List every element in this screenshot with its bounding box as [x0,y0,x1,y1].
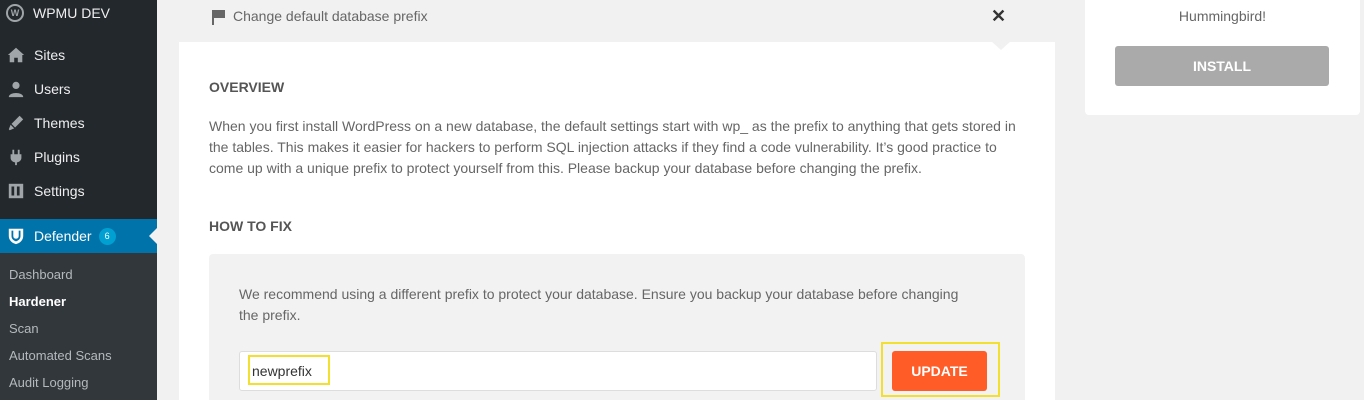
notification-badge: 6 [98,227,116,245]
menu-label: Defender [34,228,92,244]
fix-box: We recommend using a different prefix to… [209,254,1025,400]
sites-icon [6,45,26,65]
plugins-icon [6,147,26,167]
active-indicator [149,228,157,244]
menu-item-themes[interactable]: Themes [0,106,157,140]
overview-heading: OVERVIEW [209,79,285,95]
submenu-audit-logging[interactable]: Audit Logging [9,375,89,390]
close-icon[interactable]: ✕ [991,6,1006,27]
menu-item-sites[interactable]: Sites [0,38,157,72]
install-button[interactable]: INSTALL [1115,46,1329,86]
prefix-input[interactable] [239,351,877,391]
overview-text: When you first install WordPress on a ne… [209,118,1016,176]
fix-text: We recommend using a different prefix to… [239,286,959,323]
menu-item-defender[interactable]: Defender 6 [0,219,157,253]
submenu-automated-scans[interactable]: Automated Scans [9,348,112,363]
settings-icon [6,181,26,201]
defender-shield-icon [6,226,26,246]
menu-item-plugins[interactable]: Plugins [0,140,157,174]
submenu-dashboard[interactable]: Dashboard [9,267,73,282]
site-name: WPMU DEV [33,5,110,21]
panel-notch [991,41,1011,50]
menu-label: Sites [34,47,66,63]
how-to-fix-heading: HOW TO FIX [209,218,292,234]
menu-label: Plugins [34,149,80,165]
admin-sidebar: W WPMU DEV Sites Users Themes Plugins Se… [0,0,157,400]
update-button[interactable]: UPDATE [892,351,987,391]
wordpress-logo-icon: W [6,4,24,22]
menu-item-settings[interactable]: Settings [0,174,157,208]
submenu-scan[interactable]: Scan [9,321,39,336]
themes-icon [6,113,26,133]
submenu-hardener[interactable]: Hardener [9,294,66,309]
site-switcher[interactable]: W WPMU DEV [0,0,157,26]
menu-label: Settings [34,183,85,199]
menu-label: Themes [34,115,85,131]
users-icon [6,79,26,99]
hummingbird-widget: Hummingbird! INSTALL [1085,0,1360,115]
defender-submenu: Dashboard Hardener Scan Automated Scans … [0,253,157,400]
flag-icon [211,9,227,25]
menu-label: Users [34,81,71,97]
issue-title: Change default database prefix [233,8,428,24]
widget-text: Hummingbird! [1178,8,1267,24]
issue-header[interactable]: Change default database prefix ✕ [179,0,1055,42]
issue-details: OVERVIEW When you first install WordPres… [179,41,1055,400]
menu-item-users[interactable]: Users [0,72,157,106]
